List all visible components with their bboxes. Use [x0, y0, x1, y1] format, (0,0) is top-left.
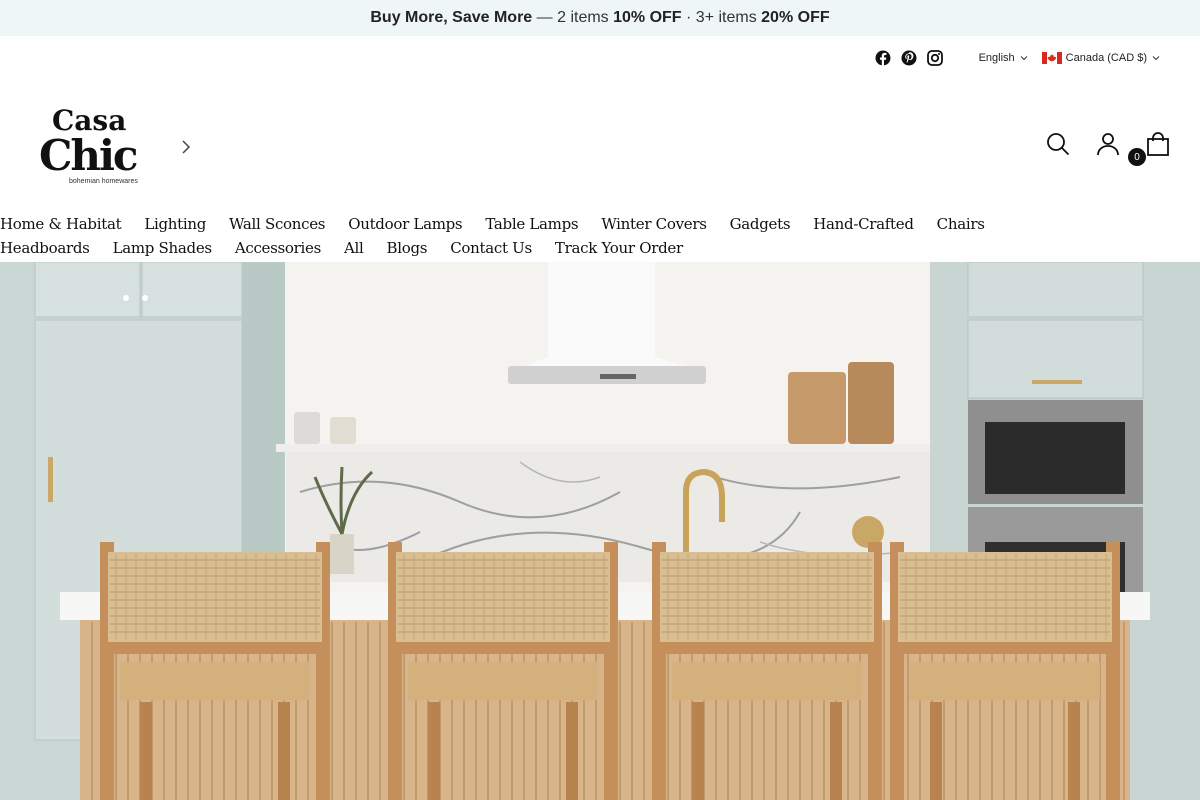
store-logo[interactable]: Casa Chic bohemian homewares [38, 104, 142, 188]
nav-lamp-shades[interactable]: Lamp Shades [113, 239, 213, 257]
pinterest-icon[interactable] [901, 50, 917, 66]
announcement-discount-1: 10% OFF [613, 9, 682, 26]
instagram-icon[interactable] [926, 50, 943, 66]
chevron-right-icon[interactable] [179, 138, 193, 156]
account-icon[interactable] [1096, 132, 1120, 156]
language-selector[interactable]: English [979, 52, 1028, 64]
nav-track-order[interactable]: Track Your Order [555, 239, 683, 257]
nav-chairs[interactable]: Chairs [937, 215, 985, 233]
main-navigation: Home & Habitat Lighting Wall Sconces Out… [0, 212, 985, 260]
header-actions: 0 [1046, 132, 1170, 166]
nav-headboards[interactable]: Headboards [0, 239, 90, 257]
nav-lighting[interactable]: Lighting [144, 215, 206, 233]
utility-bar: English Canada (CAD $) [875, 46, 1160, 70]
announcement-bar: Buy More, Save More — 2 items 10% OFF · … [0, 0, 1200, 36]
nav-wall-sconces[interactable]: Wall Sconces [229, 215, 325, 233]
hero-banner[interactable] [0, 262, 1200, 800]
nav-hand-crafted[interactable]: Hand-Crafted [813, 215, 914, 233]
currency-selector[interactable]: Canada (CAD $) [1041, 52, 1160, 64]
nav-row-1: Home & Habitat Lighting Wall Sconces Out… [0, 212, 985, 236]
facebook-icon[interactable] [875, 50, 891, 66]
announcement-text-2: · 3+ items [681, 9, 762, 26]
canada-flag-icon [1041, 52, 1062, 64]
nav-blogs[interactable]: Blogs [387, 239, 428, 257]
announcement-text-1: — 2 items [532, 9, 614, 26]
announcement-discount-2: 20% OFF [761, 9, 830, 26]
nav-accessories[interactable]: Accessories [235, 239, 321, 257]
social-links [875, 50, 943, 66]
announcement-headline: Buy More, Save More [370, 9, 533, 26]
nav-outdoor-lamps[interactable]: Outdoor Lamps [348, 215, 462, 233]
shopping-bag-icon [1147, 132, 1169, 156]
chevron-down-icon [1020, 56, 1028, 61]
chevron-down-icon [1152, 56, 1160, 61]
nav-row-2: Headboards Lamp Shades Accessories All B… [0, 236, 900, 260]
nav-contact-us[interactable]: Contact Us [450, 239, 532, 257]
nav-gadgets[interactable]: Gadgets [730, 215, 791, 233]
cart-count-badge: 0 [1128, 148, 1146, 166]
search-icon[interactable] [1046, 132, 1070, 156]
currency-label: Canada (CAD $) [1065, 52, 1147, 64]
nav-winter-covers[interactable]: Winter Covers [601, 215, 707, 233]
hero-image-kitchen [0, 262, 1200, 800]
cart-button[interactable]: 0 [1128, 132, 1170, 166]
logo-tagline: bohemian homewares [69, 178, 138, 185]
language-label: English [978, 52, 1015, 64]
nav-all[interactable]: All [344, 239, 364, 257]
nav-table-lamps[interactable]: Table Lamps [485, 215, 578, 233]
nav-home-habitat[interactable]: Home & Habitat [0, 215, 122, 233]
logo-line-2: Chic [39, 131, 137, 180]
